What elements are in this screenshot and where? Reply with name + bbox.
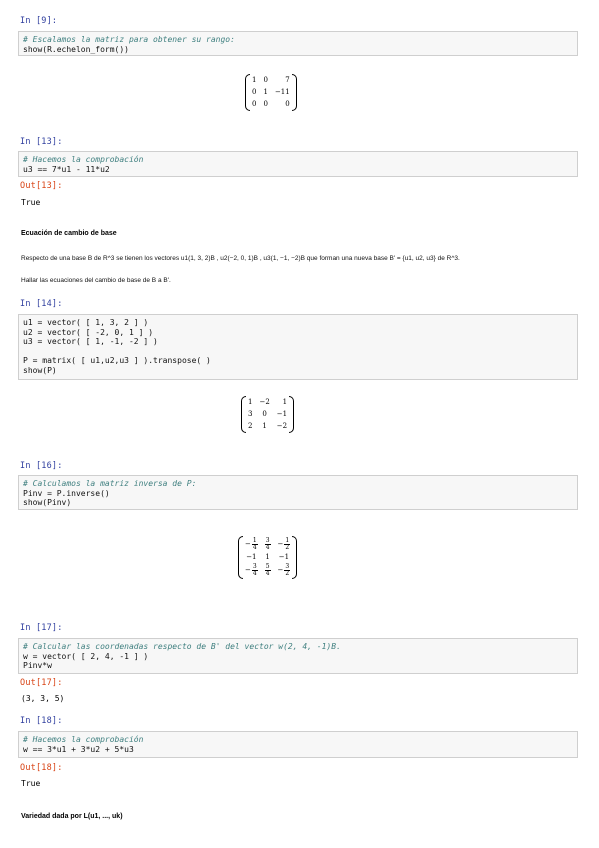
matrix-cell: − 12 [277,537,291,551]
code-line: u2 = vector( [ -2, 0, 1 ] ) [23,327,154,337]
cell-input-prompt: In [14]: [20,299,63,309]
code-line: w = vector( [ 2, 4, -1 ] ) [23,651,149,661]
matrix-cell: −1 [276,410,288,418]
matrix-cell: 1 [262,422,267,430]
matrix-cell: 1 [263,88,268,96]
inverse-matrix-output: − 14 34 − 12 −1 1 −1 − 34 54 − 32 [238,536,298,579]
matrix-cell: 0 [252,100,257,108]
code-comment: # Hacemos la comprobación [23,155,144,164]
cell-input-prompt: In [18]: [20,716,63,726]
code-comment: # Escalamos la matriz para obtener su ra… [23,35,235,44]
code-cell[interactable]: # Calculamos la matriz inversa de P: Pin… [18,475,578,510]
matrix-cell: −11 [274,88,290,96]
code-cell[interactable]: u1 = vector( [ 1, 3, 2 ] ) u2 = vector( … [18,314,578,380]
matrix-cell: 34 [264,537,271,551]
paragraph: Hallar las ecuaciones del cambio de base… [21,277,171,284]
matrix-cell: 1 [252,76,257,84]
output-text: True [21,198,41,207]
cell-input-prompt: In [16]: [20,461,63,471]
cell-output-prompt: Out[13]: [20,181,63,191]
p-matrix-output: 1 −2 1 3 0 −1 2 1 −2 [241,396,295,433]
code-line: P = matrix( [ u1,u2,u3 ] ).transpose( ) [23,356,211,366]
matrix-cell: 0 [285,100,290,108]
code-comment: # Hacemos la comprobación [23,735,144,744]
code-line: show(P) [23,365,57,375]
matrix-cell: 0 [263,76,268,84]
code-cell[interactable]: # Escalamos la matriz para obtener su ra… [18,31,578,56]
cell-input-prompt: In [9]: [20,16,58,26]
code-line: u1 = vector( [ 1, 3, 2 ] ) [23,318,149,327]
matrix-cell: 0 [262,410,267,418]
matrix-cell: −1 [246,553,257,561]
matrix-cell: − 32 [277,563,291,577]
code-comment: # Calculamos la matriz inversa de P: [23,479,197,488]
code-line: Pinv = P.inverse() [23,488,110,498]
output-text: (3, 3, 5) [21,694,65,703]
paragraph: Respecto de una base B de R^3 se tienen … [21,255,460,262]
code-line: show(Pinv) [23,498,72,508]
section-heading: Ecuación de cambio de base [21,230,117,237]
matrix-cell: 1 [282,398,288,406]
echelon-matrix-output: 1 0 7 0 1 −11 0 0 0 [245,74,297,111]
code-cell[interactable]: # Hacemos la comprobación u3 == 7*u1 - 1… [18,151,578,177]
matrix-cell: − 34 [245,563,258,577]
right-paren [289,396,295,433]
matrix-cell: 2 [248,422,253,430]
output-text: True [21,779,41,788]
matrix-cell: 54 [264,563,271,577]
code-line: u3 = vector( [ 1, -1, -2 ] ) [23,337,158,347]
matrix-cell: 3 [248,410,253,418]
matrix-cell: 0 [252,88,257,96]
matrix-cell: −2 [259,398,270,406]
right-paren [292,536,298,579]
cell-input-prompt: In [13]: [20,137,63,147]
matrix-cell: 0 [263,100,268,108]
cell-input-prompt: In [17]: [20,623,63,633]
matrix-cell: 7 [285,76,290,84]
matrix-cell: −2 [276,422,288,430]
right-paren [291,74,297,111]
code-line: w == 3*u1 + 3*u2 + 5*u3 [23,744,134,754]
cell-output-prompt: Out[17]: [20,678,63,688]
code-line: show(R.echelon_form()) [23,44,129,54]
code-line: Pinv*w [23,661,52,671]
matrix-cell: − 14 [245,537,258,551]
matrix-cell: 1 [248,398,253,406]
matrix-cell: −1 [278,553,290,561]
code-comment: # Calcular las coordenadas respecto de B… [23,642,341,651]
code-cell[interactable]: # Calcular las coordenadas respecto de B… [18,638,578,674]
code-line: u3 == 7*u1 - 11*u2 [23,164,110,174]
code-cell[interactable]: # Hacemos la comprobación w == 3*u1 + 3*… [18,731,578,758]
cell-output-prompt: Out[18]: [20,763,63,773]
section-heading: Variedad dada por L(u1, ..., uk) [21,813,123,820]
matrix-cell: 1 [265,553,270,561]
